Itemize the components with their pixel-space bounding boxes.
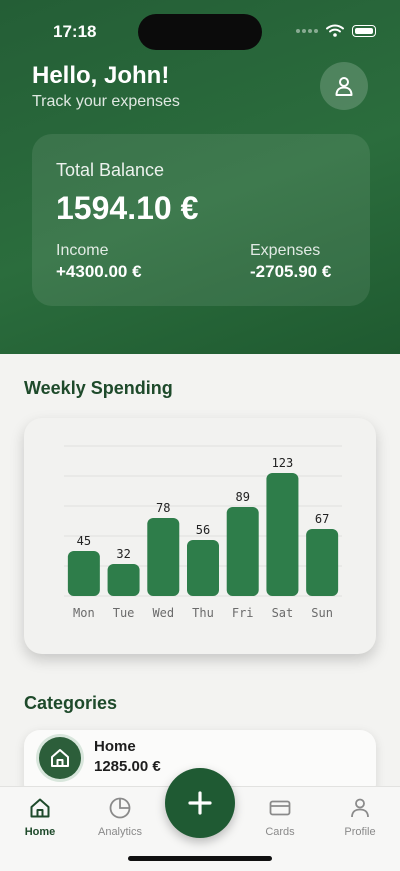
greeting-block: Hello, John! Track your expenses bbox=[32, 62, 180, 111]
chart-bar-sat[interactable] bbox=[266, 473, 299, 596]
signal-icon bbox=[296, 28, 318, 33]
tab-cards-label: Cards bbox=[265, 826, 295, 838]
chart-bar-sun[interactable] bbox=[306, 529, 339, 596]
chart-category-label: Wed bbox=[152, 606, 174, 620]
tab-profile[interactable]: Profile bbox=[325, 795, 395, 838]
chart-value-label: 67 bbox=[315, 512, 329, 526]
chart-bar-thu[interactable] bbox=[187, 540, 219, 596]
tab-home[interactable]: Home bbox=[5, 795, 75, 838]
profile-button[interactable] bbox=[320, 62, 368, 110]
chart-bar-fri[interactable] bbox=[226, 507, 259, 596]
category-name: Home bbox=[94, 738, 136, 755]
house-icon bbox=[30, 798, 50, 818]
chart-value-label: 56 bbox=[196, 523, 210, 537]
chart-category-label: Fri bbox=[232, 606, 254, 620]
tab-home-label: Home bbox=[24, 826, 56, 838]
category-amount: 1285.00 € bbox=[94, 758, 161, 775]
chart-value-label: 45 bbox=[77, 534, 91, 548]
total-balance-amount: 1594.10 € bbox=[56, 190, 199, 226]
chart-value-label: 89 bbox=[235, 490, 249, 504]
balance-card: Total Balance 1594.10 € Income +4300.00 … bbox=[32, 134, 370, 306]
chart-bar-wed[interactable] bbox=[147, 518, 180, 596]
plus-icon bbox=[188, 791, 212, 815]
tab-profile-label: Profile bbox=[344, 826, 376, 838]
expenses-label: Expenses bbox=[250, 242, 321, 259]
status-time: 17:18 bbox=[53, 22, 97, 41]
pie-chart-icon bbox=[109, 797, 131, 819]
chart-category-label: Sun bbox=[311, 606, 333, 620]
house-icon bbox=[51, 749, 69, 767]
chart-category-label: Thu bbox=[192, 606, 214, 620]
chart-category-label: Mon bbox=[73, 606, 95, 620]
category-icon bbox=[39, 737, 81, 779]
tab-analytics[interactable]: Analytics bbox=[85, 795, 155, 838]
chart-value-label: 123 bbox=[272, 456, 294, 470]
person-icon bbox=[335, 77, 353, 96]
status-icons bbox=[296, 24, 376, 37]
home-indicator bbox=[128, 856, 272, 861]
greeting-title: Hello, John! bbox=[32, 62, 170, 89]
total-balance-label: Total Balance bbox=[56, 160, 165, 180]
income-label: Income bbox=[56, 242, 109, 259]
credit-card-icon bbox=[269, 800, 291, 816]
battery-icon bbox=[352, 24, 376, 37]
tab-cards[interactable]: Cards bbox=[245, 795, 315, 838]
chart-bar-mon[interactable] bbox=[67, 551, 100, 596]
chart-category-label: Tue bbox=[113, 606, 135, 620]
dynamic-island bbox=[138, 14, 262, 50]
greeting-subtitle: Track your expenses bbox=[32, 93, 180, 110]
income-value: +4300.00 € bbox=[56, 262, 142, 281]
chart-value-label: 32 bbox=[116, 547, 130, 561]
status-bar: 17:18 bbox=[0, 0, 400, 62]
weekly-spending-title: Weekly Spending bbox=[24, 378, 173, 398]
tab-analytics-label: Analytics bbox=[97, 826, 143, 838]
wifi-icon bbox=[326, 24, 344, 37]
chart-value-label: 78 bbox=[156, 501, 170, 515]
bar-chart: 45 Mon 32 Tue 78 Wed 56 Thu 89 Fri 123 Sat 67 Sun bbox=[64, 445, 342, 620]
chart-bar-tue[interactable] bbox=[107, 564, 140, 596]
categories-title: Categories bbox=[24, 693, 118, 713]
weekly-spending-chart: 45 Mon 32 Tue 78 Wed 56 Thu 89 Fri 123 Sat 67 Sun bbox=[24, 418, 376, 654]
chart-category-label: Sat bbox=[272, 606, 294, 620]
expenses-value: -2705.90 € bbox=[250, 262, 332, 281]
person-icon bbox=[351, 798, 369, 818]
add-expense-button[interactable] bbox=[165, 768, 235, 838]
